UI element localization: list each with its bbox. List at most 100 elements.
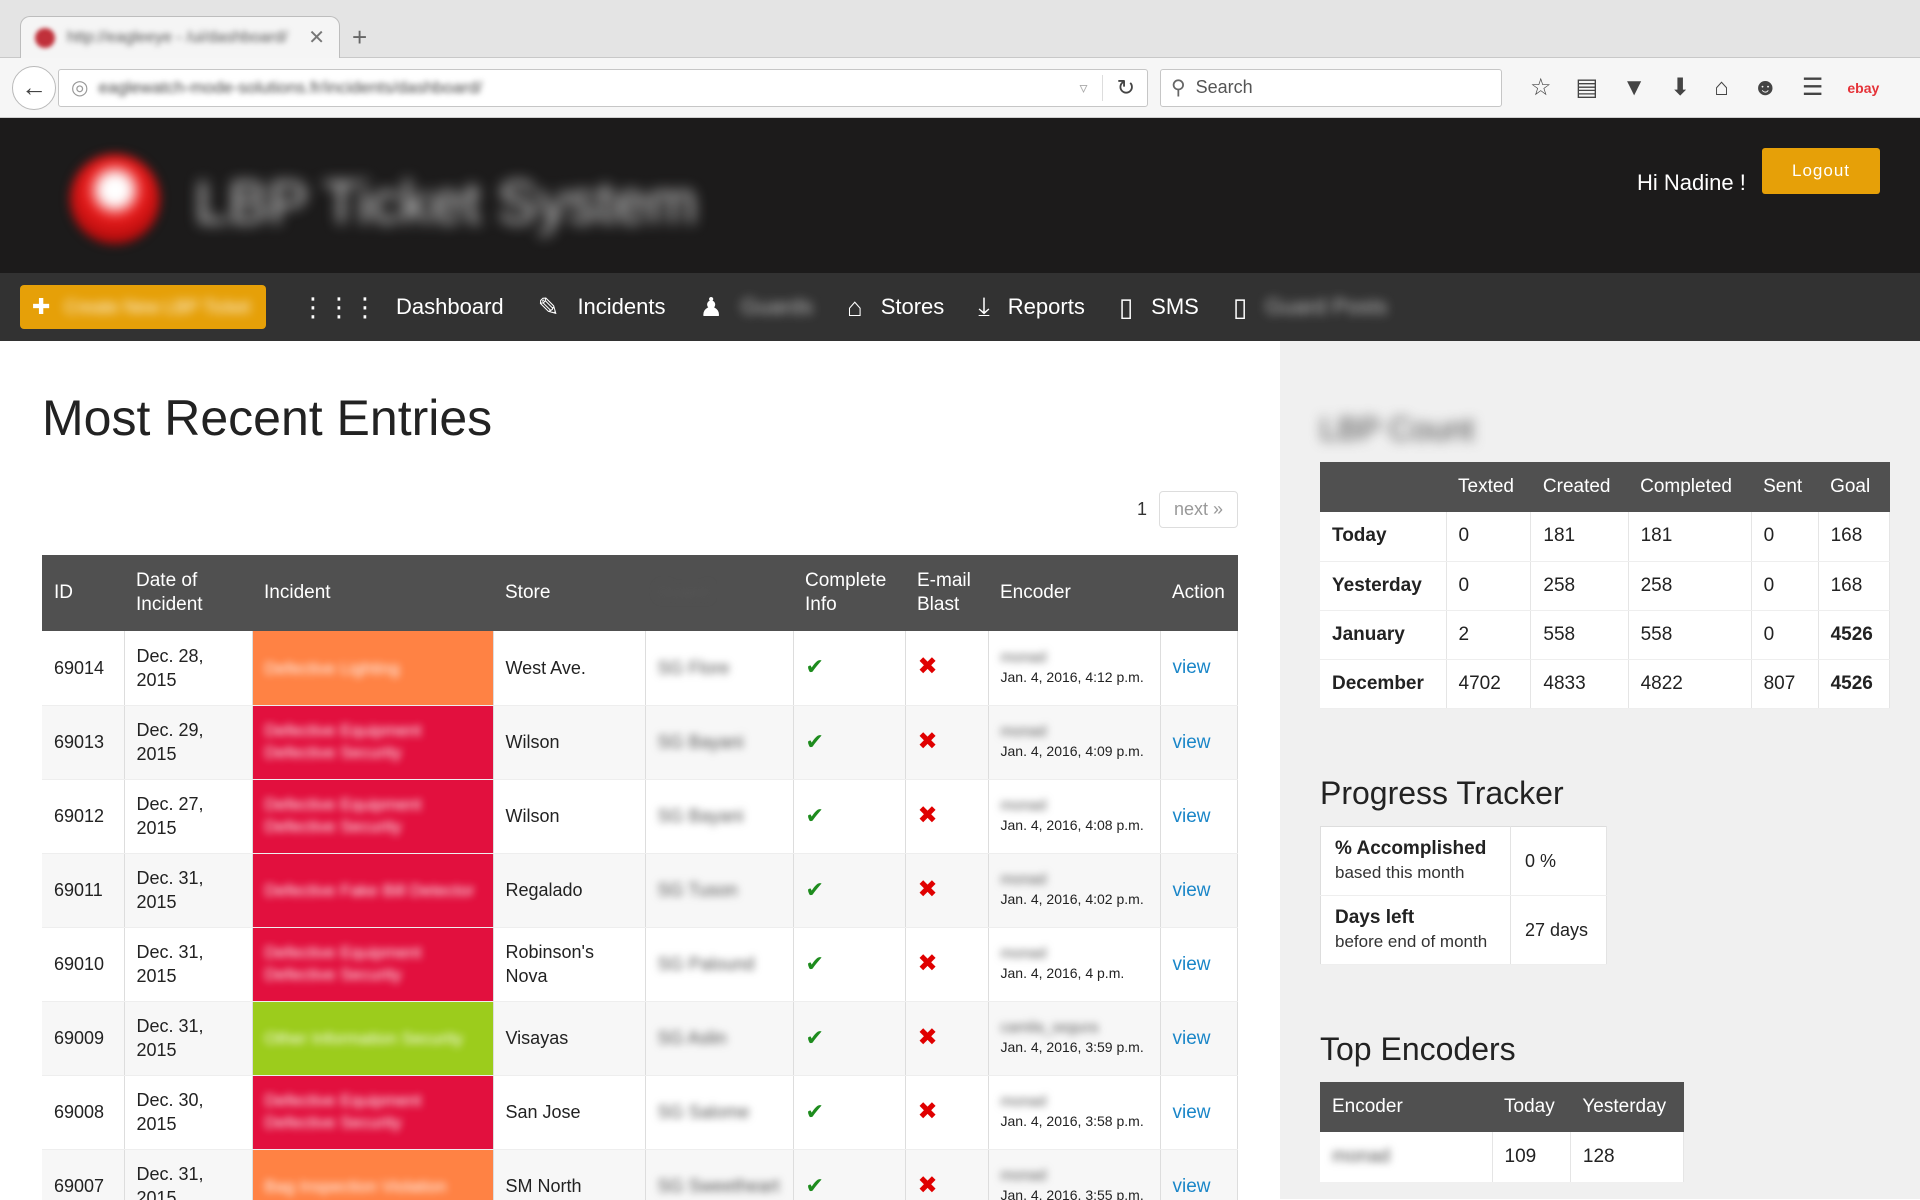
col-header-encoder: Encoder <box>988 555 1160 631</box>
view-link[interactable]: view <box>1173 1102 1211 1123</box>
nav-item-sms[interactable]: ▯ SMS <box>1119 292 1199 323</box>
entry-guard: SG Salome <box>645 1075 794 1150</box>
col-header-action: Action <box>1160 555 1238 631</box>
accomplished-sub: based this month <box>1335 862 1465 882</box>
count-goal: 168 <box>1818 561 1891 611</box>
phone-icon: ▯ <box>1232 291 1248 322</box>
progress-days-label-cell: Days left before end of month <box>1320 895 1511 965</box>
url-text[interactable]: eaglewatch-mode-solutions.fr/incidents/d… <box>98 78 1065 98</box>
count-completed: 181 <box>1628 512 1752 562</box>
entry-id: 69008 <box>42 1075 125 1150</box>
reload-icon[interactable]: ↻ <box>1101 74 1135 101</box>
view-link[interactable]: view <box>1173 732 1211 753</box>
close-tab-icon[interactable]: ✕ <box>308 25 325 50</box>
entry-store: Wilson <box>493 705 646 780</box>
ebay-icon[interactable]: ebay <box>1847 80 1879 96</box>
pocket-icon[interactable]: ▼ <box>1622 74 1646 102</box>
download-icon[interactable]: ⬇ <box>1670 73 1690 102</box>
count-body: Today 0 181 181 0 168 Yesterday 0 258 258 0 168 Janu… <box>1320 512 1891 709</box>
entry-encoder: monad Jan. 4, 2016, 3:58 p.m. <box>988 1075 1161 1150</box>
new-tab-icon[interactable]: + <box>352 22 367 53</box>
table-row: 69010 Dec. 31, 2015 Defective Equipment De… <box>42 927 1238 1002</box>
count-panel-title: LBP Count <box>1320 411 1475 447</box>
entry-action: view <box>1160 779 1238 854</box>
encoder-time: Jan. 4, 2016, 4 p.m. <box>1000 965 1125 981</box>
entry-guard: SG Palound <box>645 927 794 1002</box>
nav-item-guards[interactable]: ♟ Guards <box>700 292 813 323</box>
count-row: December 4702 4833 4822 807 4526 <box>1320 659 1891 709</box>
count-texted: 4702 <box>1446 659 1532 709</box>
accomplished-value: 0 % <box>1510 826 1607 896</box>
check-icon: ✔ <box>805 802 824 828</box>
encoder-name: monad <box>1000 1167 1047 1184</box>
create-ticket-button[interactable]: ✚ Create New LBP Ticket <box>20 285 266 329</box>
nav-item-incidents[interactable]: ✎ Incidents <box>538 292 666 323</box>
view-link[interactable]: view <box>1173 806 1211 827</box>
nav-item-reports[interactable]: ⤓ Reports <box>978 291 1085 323</box>
reading-list-icon[interactable]: ▤ <box>1576 73 1599 102</box>
cross-icon: ✖ <box>917 801 938 829</box>
entry-encoder: camila_segura Jan. 4, 2016, 3:59 p.m. <box>988 1001 1161 1076</box>
search-icon: ⚲ <box>1171 77 1186 99</box>
view-link[interactable]: view <box>1173 880 1211 901</box>
entry-id: 69010 <box>42 927 125 1002</box>
entry-action: view <box>1160 1149 1238 1200</box>
view-link[interactable]: view <box>1173 1028 1211 1049</box>
browser-toolbar: ☆ ▤ ▼ ⬇ ⌂ ☻ ☰ ebay <box>1518 73 1891 102</box>
entries-header-row: ID Date of Incident Incident Store Guard… <box>42 555 1238 631</box>
menu-icon[interactable]: ☰ <box>1802 73 1824 102</box>
browser-tab[interactable]: http://eagleeye - /ui/dashboard/ ✕ <box>20 16 340 58</box>
count-created: 181 <box>1530 512 1629 562</box>
view-link[interactable]: view <box>1173 954 1211 975</box>
encoder-time: Jan. 4, 2016, 4:12 p.m. <box>1000 668 1144 685</box>
entry-email-blast: ✖ <box>905 705 989 780</box>
browser-search-placeholder: Search <box>1195 77 1253 97</box>
bookmark-star-icon[interactable]: ☆ <box>1530 73 1552 102</box>
entry-id: 69009 <box>42 1001 125 1076</box>
count-sent: 807 <box>1751 659 1819 709</box>
table-row: 69014 Dec. 28, 2015 Defective Lighting West… <box>42 631 1238 706</box>
entry-guard: SG Bayani <box>645 779 794 854</box>
entry-guard: SG Sweetheart <box>645 1149 794 1200</box>
nav-item-stores[interactable]: ⌂ Stores <box>847 292 944 323</box>
next-page-button[interactable]: next » <box>1158 491 1238 528</box>
encoder-time: Jan. 4, 2016, 4:09 p.m. <box>1000 743 1144 759</box>
entry-action: view <box>1160 1075 1238 1150</box>
days-left-value: 27 days <box>1510 895 1607 965</box>
progress-accomplished-label-cell: % Accomplished based this month <box>1320 826 1511 896</box>
current-page: 1 <box>1136 499 1147 519</box>
dropdown-arrow-icon[interactable]: ▿ <box>1080 78 1088 98</box>
count-row: Yesterday 0 258 258 0 168 <box>1320 561 1891 611</box>
entry-complete-info: ✔ <box>793 853 906 928</box>
home-icon[interactable]: ⌂ <box>1714 74 1729 102</box>
count-col-texted: Texted <box>1446 462 1531 512</box>
users-icon: ♟ <box>699 291 723 322</box>
entry-store: Regalado <box>493 853 646 928</box>
chat-icon[interactable]: ☻ <box>1753 74 1778 102</box>
entry-email-blast: ✖ <box>905 927 989 1002</box>
view-link[interactable]: view <box>1173 657 1211 678</box>
nav-item-dashboard[interactable]: ⋮⋮⋮ Dashboard <box>300 292 504 323</box>
entry-guard: SG Aslin <box>645 1001 794 1076</box>
address-bar[interactable]: ◎ eaglewatch-mode-solutions.fr/incidents… <box>58 68 1148 107</box>
nav-label-guards: Guards <box>740 294 813 319</box>
count-row-label: January <box>1320 610 1447 660</box>
entry-encoder: monad Jan. 4, 2016, 3:55 p.m. <box>988 1149 1161 1200</box>
site-logo <box>70 154 160 244</box>
nav-item-guard-posts[interactable]: ▯ Guard Posts <box>1233 292 1388 323</box>
view-link[interactable]: view <box>1173 1176 1211 1197</box>
entry-guard-text: SG Flore <box>657 657 730 678</box>
check-icon: ✔ <box>805 728 824 754</box>
logout-button[interactable]: Logout <box>1762 148 1880 194</box>
encoder-name: monad <box>1000 1093 1047 1110</box>
browser-tab-title: http://eagleeye - /ui/dashboard/ <box>67 28 288 46</box>
entry-incident: Defective Equipment Defective Security <box>252 705 494 780</box>
recent-entries-section: Most Recent Entries 1 next » ID Date of … <box>0 341 1280 1200</box>
entry-encoder: monad Jan. 4, 2016, 4:12 p.m. <box>988 631 1161 706</box>
entry-date: Dec. 28, 2015 <box>124 631 253 706</box>
top-col-encoder: Encoder <box>1320 1081 1492 1132</box>
browser-search-input[interactable]: ⚲ Search <box>1160 68 1502 107</box>
entry-store: SM North <box>493 1149 646 1200</box>
back-arrow-icon[interactable]: ← <box>12 65 56 110</box>
encoder-name: monad <box>1000 723 1047 740</box>
